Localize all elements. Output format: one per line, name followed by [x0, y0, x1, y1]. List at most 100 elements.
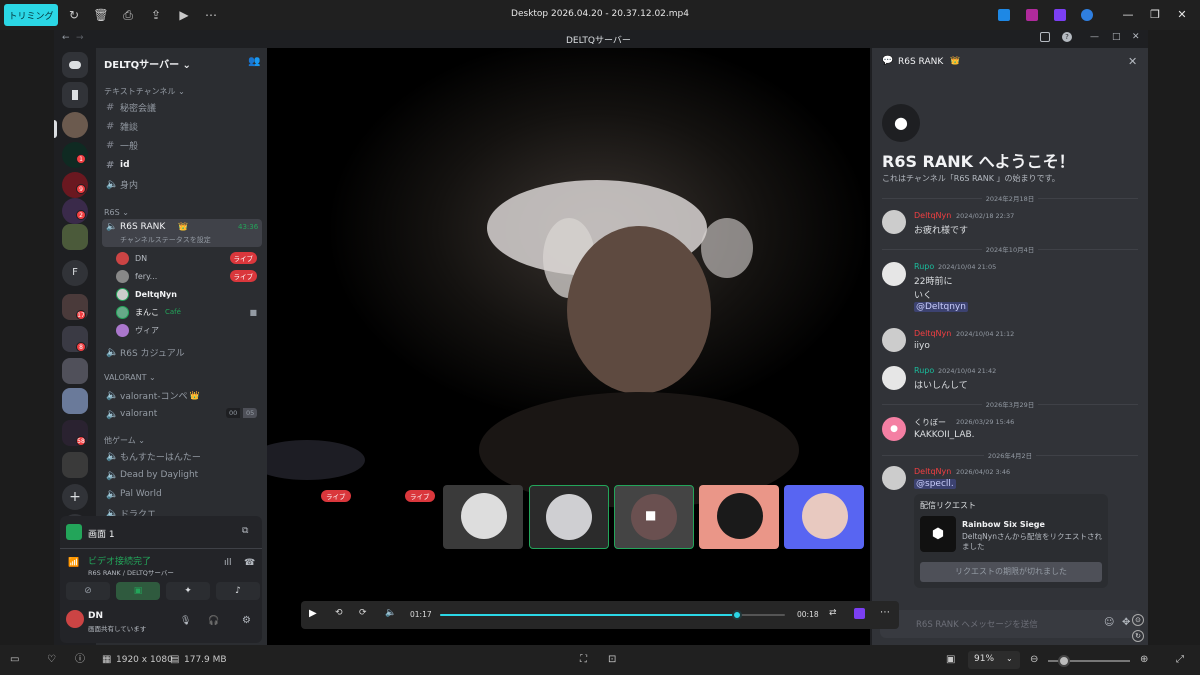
app-icon[interactable] — [1054, 9, 1066, 21]
voice-member[interactable]: まんこ Café ■ — [116, 304, 261, 320]
volume-icon[interactable]: 🔈 — [385, 608, 396, 618]
share-icon[interactable]: ⇪ — [148, 7, 164, 23]
channel-text[interactable]: # id — [102, 156, 262, 174]
channel-status[interactable]: チャンネルステータスを設定 — [120, 235, 211, 245]
disconnect-icon[interactable]: ☎ — [244, 558, 255, 568]
server-icon[interactable] — [62, 112, 88, 138]
fit-screen-icon[interactable]: ▣ — [946, 654, 955, 666]
trim-button[interactable]: トリミング — [4, 4, 58, 26]
rotate-icon[interactable]: ↻ — [66, 7, 82, 23]
close-icon[interactable]: ✕ — [1174, 7, 1190, 23]
message-input[interactable]: R6S RANK へメッセージを送信 ☺ ✥ — [880, 610, 1140, 638]
app-icon[interactable] — [1026, 9, 1038, 21]
activities-button[interactable]: ✦ — [166, 582, 210, 600]
channel-text[interactable]: # 秘密会議 — [102, 98, 262, 116]
voice-member[interactable]: DN ライブ — [116, 250, 261, 266]
channel-text[interactable]: # 雑談 — [102, 117, 262, 135]
zoom-select[interactable]: 91% ⌄ — [968, 651, 1020, 669]
crop-icon[interactable]: ⛶ — [580, 654, 587, 666]
message-author[interactable]: Rupo — [914, 366, 934, 375]
channel-voice[interactable]: 🔈 valorant-コンペ 👑 — [102, 386, 262, 404]
zoom-fit-icon[interactable]: ⊙ — [1132, 614, 1144, 626]
trash-icon[interactable]: 🗑 — [93, 7, 109, 23]
message-avatar[interactable] — [882, 466, 906, 490]
channel-voice[interactable]: 🔈 Dead by Daylight — [102, 466, 262, 484]
select-icon[interactable]: ⊡ — [608, 654, 616, 666]
inbox-icon[interactable] — [1040, 32, 1050, 42]
channel-voice[interactable]: 🔈 もんすたーはんたー — [102, 447, 262, 465]
hourglass-icon[interactable] — [62, 82, 88, 108]
loop-icon[interactable]: ⇄ — [829, 608, 837, 618]
fullscreen-icon[interactable]: ⤢ — [1176, 654, 1184, 666]
server-icon[interactable] — [62, 224, 88, 250]
minimize-icon[interactable]: — — [1090, 32, 1099, 42]
back-icon[interactable]: ← — [62, 33, 70, 43]
channel-voice[interactable]: 🔈 valorant 00 05 — [102, 405, 262, 423]
favorite-icon[interactable]: ♡ — [47, 654, 56, 666]
message-author[interactable]: くりぼー — [914, 417, 946, 428]
filmstrip-icon[interactable]: ▭ — [10, 654, 19, 666]
server-folder[interactable] — [62, 452, 88, 478]
message-author[interactable]: DeltqNyn — [914, 211, 951, 220]
info-icon[interactable]: ⓘ — [75, 654, 85, 666]
participant-tile[interactable]: ■ — [614, 485, 694, 549]
rotate-icon[interactable]: ↻ — [1132, 630, 1144, 642]
clipchamp-icon[interactable] — [854, 608, 865, 619]
add-member-icon[interactable]: 👥 — [248, 56, 260, 67]
channel-voice[interactable]: 🔈 Pal World — [102, 485, 262, 503]
forward-icon[interactable]: → — [76, 33, 84, 43]
discord-default-avatar[interactable]: ● — [882, 417, 906, 441]
channel-text[interactable]: # 一般 — [102, 136, 262, 154]
discord-home-icon[interactable] — [62, 52, 88, 78]
more-icon[interactable]: ⋯ — [880, 607, 890, 618]
close-icon[interactable]: ✕ — [1132, 32, 1140, 42]
channel-voice[interactable]: 🔈 R6S カジュアル — [102, 343, 262, 361]
play-button[interactable]: ▶ — [309, 608, 317, 619]
message-avatar[interactable] — [882, 328, 906, 352]
forward-30-icon[interactable]: ⟳ — [359, 608, 367, 618]
print-icon[interactable]: ⎙ — [120, 7, 136, 23]
maximize-icon[interactable]: ❐ — [1147, 7, 1163, 23]
mention[interactable]: @specll. — [914, 479, 956, 489]
message-avatar[interactable] — [882, 262, 906, 286]
server-name-button[interactable]: DELTQサーバー ⌄ — [104, 56, 191, 71]
stream-view[interactable]: ライブ ライブ — [249, 48, 870, 645]
cloud-icon[interactable] — [1081, 9, 1093, 21]
participant-tile[interactable] — [529, 485, 609, 549]
participant-tile[interactable] — [699, 485, 779, 549]
server-folder[interactable] — [62, 388, 88, 414]
help-icon[interactable]: ? — [1062, 32, 1072, 42]
maximize-icon[interactable]: □ — [1112, 32, 1121, 42]
voice-member[interactable]: ヴィア — [116, 322, 261, 338]
mention[interactable]: @Deltqnyn — [914, 302, 968, 312]
message-avatar[interactable] — [882, 366, 906, 390]
app-icon[interactable] — [998, 9, 1010, 21]
emoji-icon[interactable]: ☺ — [1104, 617, 1114, 628]
settings-gear-icon[interactable]: ⚙ — [242, 615, 251, 626]
category-other[interactable]: 他ゲーム ⌄ — [104, 435, 145, 446]
zoom-out-icon[interactable]: ⊖ — [1030, 654, 1038, 666]
mic-icon[interactable]: 🎙 — [180, 616, 191, 626]
apps-icon[interactable]: ✥ — [1122, 617, 1130, 628]
more-icon[interactable]: ⋯ — [203, 7, 219, 23]
soundboard-button[interactable]: ♪ — [216, 582, 260, 600]
category-r6s[interactable]: R6S ⌄ — [104, 208, 129, 217]
minimize-icon[interactable]: — — [1120, 7, 1136, 23]
participant-tile[interactable] — [784, 485, 864, 549]
message-author[interactable]: DeltqNyn — [914, 329, 951, 338]
channel-voice[interactable]: 🔈 身内 — [102, 175, 262, 193]
close-icon[interactable]: ✕ — [1128, 55, 1137, 68]
category-text[interactable]: テキストチャンネル ⌄ — [104, 86, 185, 97]
seek-thumb[interactable] — [731, 610, 742, 620]
zoom-in-icon[interactable]: ⊕ — [1140, 654, 1148, 666]
user-avatar[interactable] — [66, 610, 84, 628]
message-avatar[interactable] — [882, 210, 906, 234]
participant-tile[interactable] — [443, 485, 523, 549]
voice-member[interactable]: fery... ライブ — [116, 268, 261, 284]
stop-stream-button[interactable]: ▣ — [116, 582, 160, 600]
rewind-10-icon[interactable]: ⟲ — [335, 608, 343, 618]
headset-icon[interactable]: 🎧 — [208, 616, 219, 626]
zoom-slider-thumb[interactable] — [1058, 655, 1070, 667]
message-author[interactable]: Rupo — [914, 262, 934, 271]
camera-off-button[interactable]: ⊘ — [66, 582, 110, 600]
